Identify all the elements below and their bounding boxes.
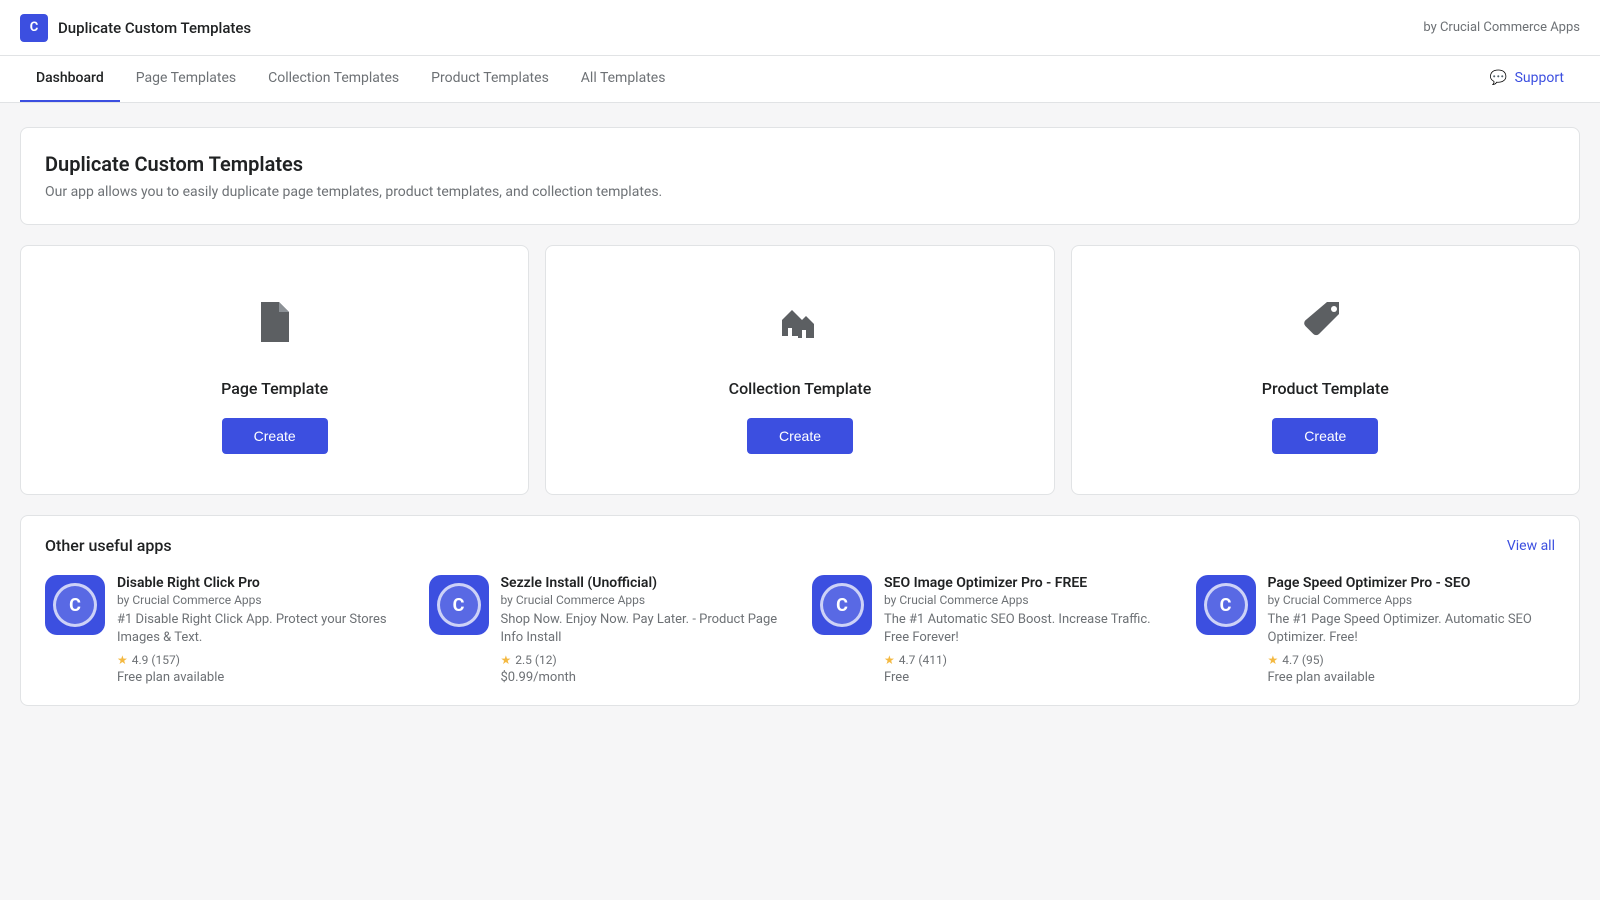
main-content: Duplicate Custom Templates Our app allow… [0, 103, 1600, 730]
app-info-sezzle: Sezzle Install (Unofficial) by Crucial C… [501, 575, 789, 685]
star-icon-2: ★ [884, 653, 895, 667]
app-logo-page-speed: C [1196, 575, 1256, 635]
top-bar-left: C Duplicate Custom Templates [20, 14, 251, 42]
page-template-title: Page Template [221, 379, 328, 398]
app-rating-value-1: 2.5 (12) [515, 653, 556, 667]
app-rating-value-2: 4.7 (411) [899, 653, 947, 667]
other-apps-section: Other useful apps View all C Disable Rig… [20, 515, 1580, 706]
app-logo-icon: C [20, 14, 48, 42]
app-info-seo-image: SEO Image Optimizer Pro - FREE by Crucia… [884, 575, 1172, 685]
page-template-create-button[interactable]: Create [222, 418, 328, 454]
app-name-3: Page Speed Optimizer Pro - SEO [1268, 575, 1556, 591]
app-desc-1: Shop Now. Enjoy Now. Pay Later. - Produc… [501, 611, 789, 647]
nav-tabs: Dashboard Page Templates Collection Temp… [0, 56, 1600, 103]
app-by-3: by Crucial Commerce Apps [1268, 593, 1556, 607]
tab-page-templates[interactable]: Page Templates [120, 56, 252, 102]
app-info-page-speed: Page Speed Optimizer Pro - SEO by Crucia… [1268, 575, 1556, 685]
product-template-icon [1297, 294, 1353, 359]
product-template-card: Product Template Create [1071, 245, 1580, 495]
page-description: Our app allows you to easily duplicate p… [45, 184, 1555, 200]
tab-all-templates[interactable]: All Templates [565, 56, 682, 102]
app-item-page-speed: C Page Speed Optimizer Pro - SEO by Cruc… [1196, 575, 1556, 685]
product-template-title: Product Template [1262, 379, 1389, 398]
product-template-create-button[interactable]: Create [1272, 418, 1378, 454]
app-name-2: SEO Image Optimizer Pro - FREE [884, 575, 1172, 591]
app-rating-1: ★ 2.5 (12) [501, 653, 789, 667]
app-rating-value-0: 4.9 (157) [132, 653, 180, 667]
app-title: Duplicate Custom Templates [58, 19, 251, 37]
app-rating-0: ★ 4.9 (157) [117, 653, 405, 667]
app-price-1: $0.99/month [501, 670, 789, 685]
app-item-sezzle: C Sezzle Install (Unofficial) by Crucial… [429, 575, 789, 685]
other-apps-title: Other useful apps [45, 536, 172, 555]
collection-template-icon [772, 294, 828, 359]
tab-dashboard[interactable]: Dashboard [20, 56, 120, 102]
tab-collection-templates[interactable]: Collection Templates [252, 56, 415, 102]
app-name-0: Disable Right Click Pro [117, 575, 405, 591]
app-desc-3: The #1 Page Speed Optimizer. Automatic S… [1268, 611, 1556, 647]
app-logo-sezzle: C [429, 575, 489, 635]
app-rating-value-3: 4.7 (95) [1282, 653, 1323, 667]
app-price-3: Free plan available [1268, 670, 1556, 685]
star-icon-0: ★ [117, 653, 128, 667]
other-apps-header: Other useful apps View all [45, 536, 1555, 555]
app-desc-2: The #1 Automatic SEO Boost. Increase Tra… [884, 611, 1172, 647]
app-item-disable-right-click: C Disable Right Click Pro by Crucial Com… [45, 575, 405, 685]
support-icon: 💬 [1490, 70, 1507, 86]
app-info-disable-right-click: Disable Right Click Pro by Crucial Comme… [117, 575, 405, 685]
page-title: Duplicate Custom Templates [45, 152, 1555, 176]
app-desc-0: #1 Disable Right Click App. Protect your… [117, 611, 405, 647]
apps-grid: C Disable Right Click Pro by Crucial Com… [45, 575, 1555, 685]
app-rating-3: ★ 4.7 (95) [1268, 653, 1556, 667]
app-price-0: Free plan available [117, 670, 405, 685]
app-logo-seo-image: C [812, 575, 872, 635]
template-cards-container: Page Template Create Collection Template… [20, 245, 1580, 495]
tab-product-templates[interactable]: Product Templates [415, 56, 565, 102]
app-by-2: by Crucial Commerce Apps [884, 593, 1172, 607]
star-icon-1: ★ [501, 653, 512, 667]
app-name-1: Sezzle Install (Unofficial) [501, 575, 789, 591]
app-logo-disable-right-click: C [45, 575, 105, 635]
collection-template-title: Collection Template [729, 379, 872, 398]
page-heading-section: Duplicate Custom Templates Our app allow… [20, 127, 1580, 225]
app-by-0: by Crucial Commerce Apps [117, 593, 405, 607]
star-icon-3: ★ [1268, 653, 1279, 667]
app-item-seo-image: C SEO Image Optimizer Pro - FREE by Cruc… [812, 575, 1172, 685]
view-all-link[interactable]: View all [1507, 538, 1555, 554]
collection-template-create-button[interactable]: Create [747, 418, 853, 454]
page-template-card: Page Template Create [20, 245, 529, 495]
support-link[interactable]: 💬 Support [1474, 56, 1580, 102]
app-price-2: Free [884, 670, 1172, 685]
app-by-1: by Crucial Commerce Apps [501, 593, 789, 607]
by-text: by Crucial Commerce Apps [1423, 20, 1580, 35]
page-template-icon [247, 294, 303, 359]
app-rating-2: ★ 4.7 (411) [884, 653, 1172, 667]
collection-template-card: Collection Template Create [545, 245, 1054, 495]
top-bar: C Duplicate Custom Templates by Crucial … [0, 0, 1600, 56]
